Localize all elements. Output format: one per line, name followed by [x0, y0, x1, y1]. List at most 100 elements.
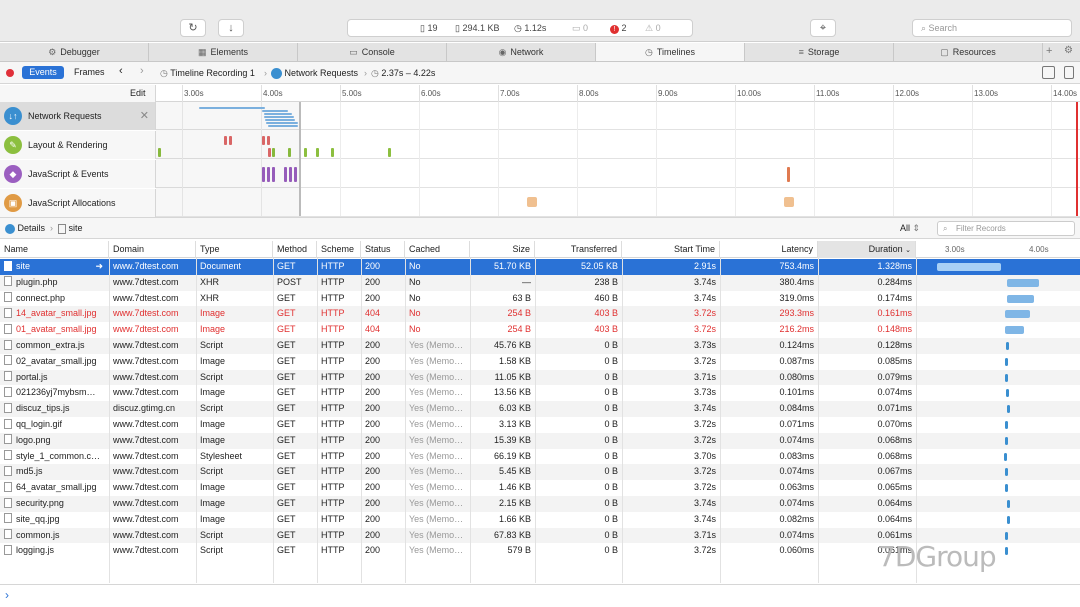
table-row[interactable]: 02_avatar_small.jpg www.7dtest.com Image GE… [0, 354, 1080, 370]
column-latency[interactable]: Latency [720, 241, 818, 258]
cell-scheme: HTTP [321, 308, 345, 319]
cell-name: plugin.php [0, 275, 109, 291]
cell-latency: 0.083ms [779, 450, 814, 461]
column-domain[interactable]: Domain [109, 241, 196, 258]
column-name[interactable]: Name [0, 241, 109, 258]
cell-size: 67.83 KB [493, 529, 531, 540]
table-row[interactable]: 64_avatar_small.jpg www.7dtest.com Image GE… [0, 480, 1080, 496]
cell-method: GET [277, 292, 296, 303]
table-row[interactable]: logo.png www.7dtest.com Image GET HTTP 200 Yes… [0, 432, 1080, 449]
cell-transferred: 0 B [604, 513, 618, 524]
filter-all-select[interactable]: All ⇕ [900, 223, 920, 234]
table-row[interactable]: 021236yj7mybsm… www.7dtest.com Image GET HTT… [0, 385, 1080, 401]
tab-debugger[interactable]: ⚙ Debugger [0, 43, 149, 61]
console-prompt-bar[interactable]: › [0, 584, 1080, 607]
table-row[interactable]: 01_avatar_small.jpg www.7dtest.com Image GE… [0, 322, 1080, 338]
breadcrumb-range[interactable]: ◷ 2.37s – 4.22s [371, 68, 435, 79]
table-row[interactable]: connect.php www.7dtest.com XHR GET HTTP 200 No… [0, 291, 1080, 307]
warning-count[interactable]: ⚠ 0 [645, 23, 661, 34]
error-count[interactable]: ! 2 [610, 23, 627, 34]
cell-scheme: HTTP [321, 498, 345, 508]
cell-size: 1.58 KB [498, 355, 531, 366]
settings-gear-icon[interactable]: ⚙ [1064, 45, 1073, 56]
forward-arrow-icon[interactable]: › [140, 65, 144, 77]
search-input[interactable]: ⌕ Search [912, 19, 1072, 37]
column-status[interactable]: Status [361, 241, 405, 258]
table-row[interactable]: discuz_tips.js discuz.gtimg.cn Script GET HT… [0, 401, 1080, 417]
cell-latency: 293.3ms [779, 308, 814, 319]
breadcrumb-network[interactable]: Network Requests [271, 68, 358, 80]
record-button[interactable] [6, 69, 14, 77]
file-name: connect.php [16, 292, 66, 303]
table-row[interactable]: site_qq.jpg www.7dtest.com Image GET HTTP 200… [0, 512, 1080, 528]
filter-records-input[interactable]: ⌕ Filter Records [937, 221, 1075, 236]
details-breadcrumb[interactable]: Details [5, 223, 45, 234]
ruler-tick-label: 13.00s [974, 89, 999, 98]
timeline-ruler[interactable]: Edit 3.00s 4.00s 5.00s 6.00s 7.00s 8.00s 9.00s… [0, 85, 1080, 102]
table-row[interactable]: md5.js www.7dtest.com Script GET HTTP 200 Yes … [0, 464, 1080, 481]
tab-console[interactable]: ▭ Console [298, 43, 447, 61]
cell-type: Image [200, 434, 226, 445]
column-cached[interactable]: Cached [405, 241, 470, 258]
table-row[interactable]: style_1_common.c… www.7dtest.com Styleshee… [0, 449, 1080, 465]
cell-type: Image [200, 387, 226, 398]
sidebar-toggle-icon[interactable] [1064, 66, 1074, 79]
selection-range[interactable] [156, 102, 301, 216]
close-icon[interactable]: ✕ [140, 102, 149, 130]
go-to-arrow-icon[interactable]: ➜ [95, 259, 103, 275]
cell-domain: www.7dtest.com [113, 529, 179, 540]
add-tab-icon[interactable]: + [1046, 45, 1052, 57]
column-duration[interactable]: Duration ⌄ [818, 241, 916, 258]
waterfall-bar [1007, 278, 1040, 287]
column-method[interactable]: Method [273, 241, 317, 258]
log-count[interactable]: ▭ 0 [572, 23, 588, 34]
details-site-crumb[interactable]: site [58, 223, 83, 234]
column-transferred[interactable]: Transferred [535, 241, 622, 258]
table-row[interactable]: security.png www.7dtest.com Image GET HTTP 20… [0, 496, 1080, 512]
table-row[interactable]: qq_login.gif www.7dtest.com Image GET HTTP 20… [0, 417, 1080, 433]
overview-label[interactable]: ✎ Layout & Rendering [0, 131, 156, 159]
table-row[interactable]: portal.js www.7dtest.com Script GET HTTP 200 Y… [0, 369, 1080, 386]
table-row[interactable]: plugin.php www.7dtest.com XHR POST HTTP 200 No… [0, 274, 1080, 291]
table-row[interactable]: site ➜ www.7dtest.com Document GET HTTP 200 No 5… [0, 259, 1080, 275]
frames-button[interactable]: Frames [74, 67, 105, 77]
waterfall-bar [1005, 436, 1009, 445]
overview-label[interactable]: ↓↑ Network Requests ✕ [0, 102, 156, 130]
table-row[interactable]: common_extra.js www.7dtest.com Script GET HT… [0, 338, 1080, 354]
file-icon [4, 513, 12, 524]
cell-start-time: 3.74s [693, 513, 716, 524]
inspect-button[interactable]: ⌖ [810, 19, 836, 37]
tab-timelines[interactable]: ◷ Timelines [596, 43, 745, 61]
tab-storage[interactable]: ≡ Storage [745, 43, 894, 61]
cell-transferred: 0 B [604, 387, 618, 398]
javascript-allocations-icon: ▣ [4, 194, 22, 212]
column-start-time[interactable]: Start Time [622, 241, 720, 258]
overview-label[interactable]: ▣ JavaScript Allocations [0, 189, 156, 217]
tab-bar: ⚙ Debugger ▦ Elements ▭ Console ◉ Network ◷ T… [0, 43, 1080, 62]
table-row[interactable]: 14_avatar_small.jpg www.7dtest.com Image GE… [0, 306, 1080, 323]
column-size[interactable]: Size [470, 241, 535, 258]
events-button[interactable]: Events [22, 66, 64, 79]
cell-transferred: 52.05 KB [580, 261, 618, 271]
tab-resources[interactable]: ▢ Resources [894, 43, 1043, 61]
column-scheme[interactable]: Scheme [317, 241, 361, 258]
cell-size: 1.66 KB [498, 513, 531, 524]
cell-cached: Yes (Memo… [409, 466, 464, 477]
split-view-icon[interactable] [1042, 66, 1055, 79]
waterfall-bar [1007, 500, 1011, 508]
waterfall-bar [1007, 294, 1034, 303]
edit-button[interactable]: Edit [130, 88, 146, 98]
overview-label[interactable]: ◆ JavaScript & Events [0, 160, 156, 188]
cell-cached: Yes (Memo… [409, 419, 464, 429]
log-icon: ▭ [572, 23, 584, 33]
breadcrumb-recording[interactable]: ◷ Timeline Recording 1 [160, 68, 255, 79]
download-button[interactable]: ↓ [218, 19, 244, 37]
back-arrow-icon[interactable]: ‹ [119, 65, 123, 77]
ruler-tick-label: 14.00s [1053, 89, 1078, 98]
javascript-events-icon: ◆ [4, 165, 22, 183]
tab-network[interactable]: ◉ Network [447, 43, 596, 61]
tab-elements[interactable]: ▦ Elements [149, 43, 298, 61]
cell-duration: 0.064ms [877, 498, 912, 508]
column-type[interactable]: Type [196, 241, 273, 258]
reload-button[interactable]: ↻ [180, 19, 206, 37]
